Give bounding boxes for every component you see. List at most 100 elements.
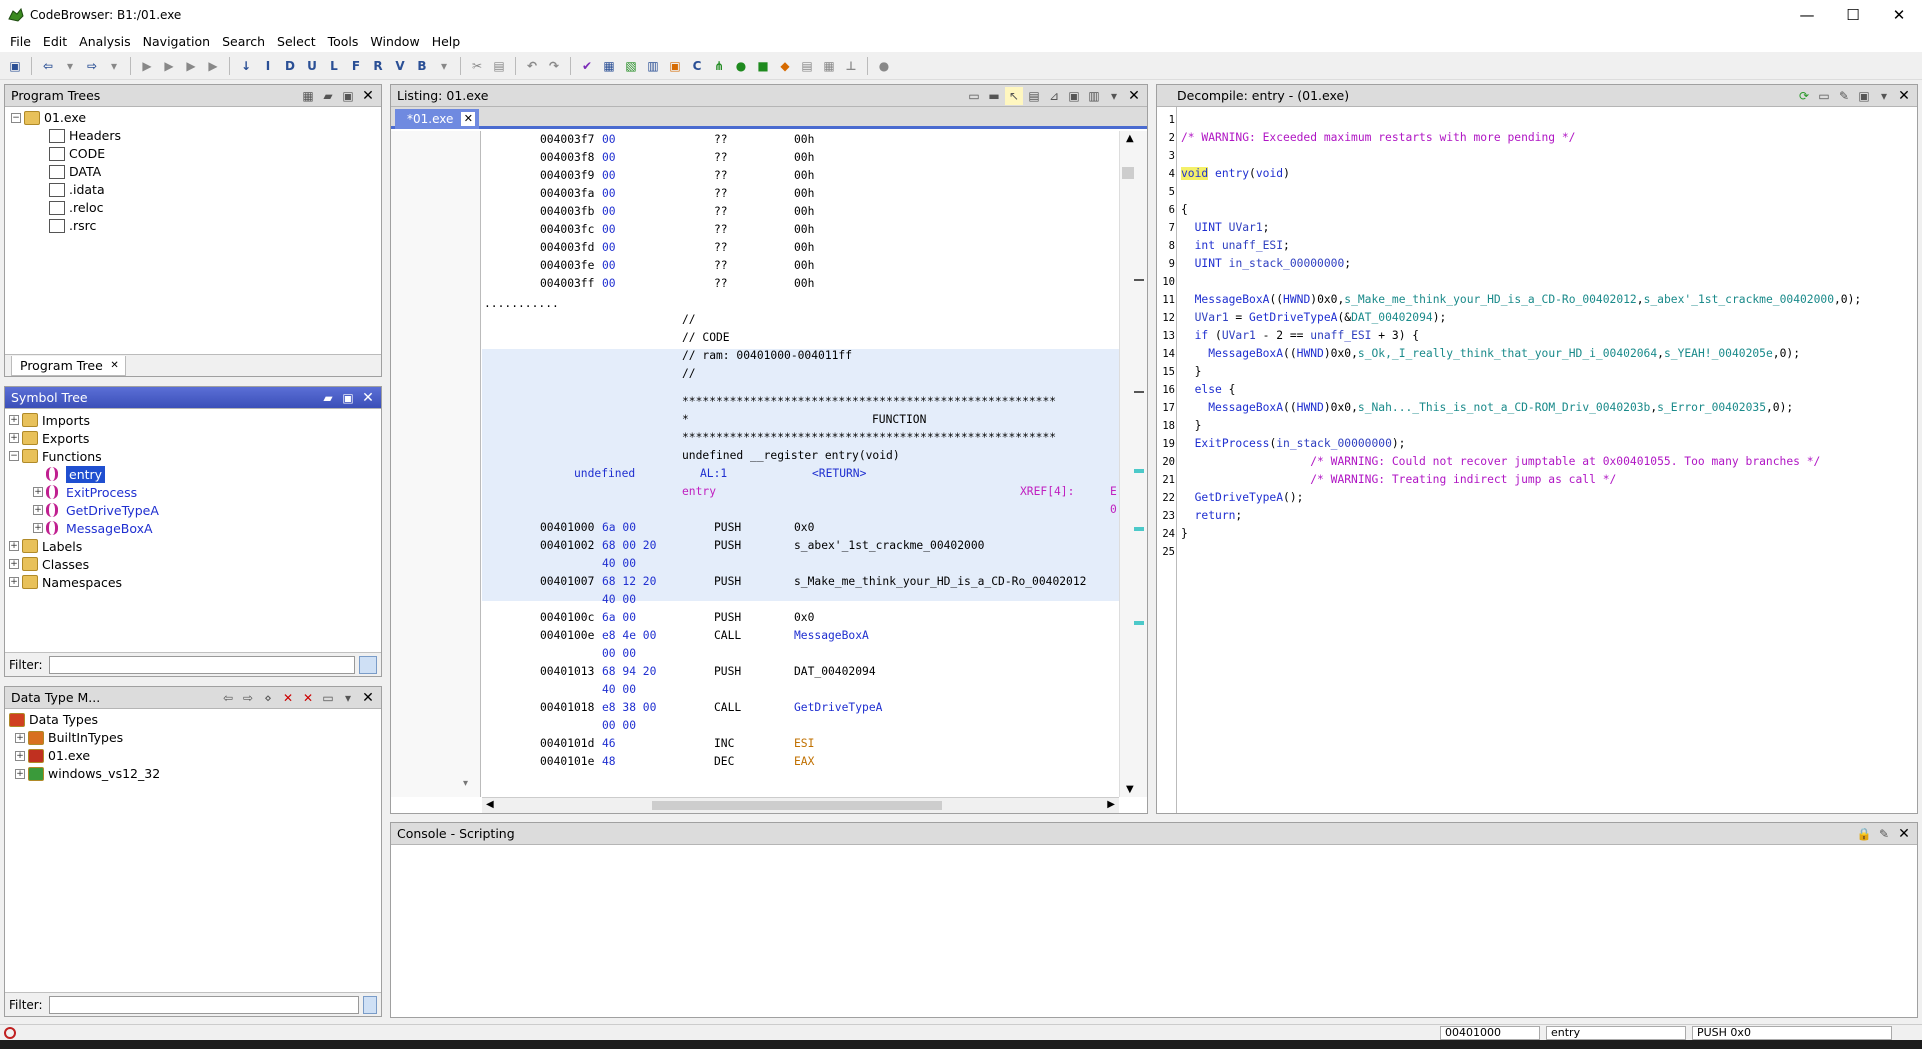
data-types-root[interactable]: Data Types xyxy=(9,711,381,729)
window-icon[interactable]: ▦ xyxy=(599,56,619,76)
tree-item-headers[interactable]: Headers xyxy=(11,127,381,145)
scroll-down-icon[interactable]: ▼ xyxy=(1126,784,1134,795)
symbol-tree-item-getdrivetypea[interactable]: + GetDriveTypeA xyxy=(9,501,381,519)
menu-dropdown-icon[interactable]: ▾ xyxy=(339,689,357,707)
decompile-line[interactable]: } xyxy=(1181,417,1202,435)
expand-icon[interactable]: + xyxy=(33,523,43,533)
nav-bookmark-icon[interactable]: B xyxy=(412,56,432,76)
scroll-left-icon[interactable]: ◀ xyxy=(486,799,494,810)
decompile-line[interactable]: /* WARNING: Treating indirect jump as ca… xyxy=(1181,471,1616,489)
expand-icon[interactable]: + xyxy=(9,577,19,587)
open-tree-icon[interactable]: ▰ xyxy=(319,87,337,105)
nav-value-icon[interactable]: V xyxy=(390,56,410,76)
nav-down-icon[interactable]: ↓ xyxy=(236,56,256,76)
close-panel-icon[interactable]: ✕ xyxy=(1895,825,1913,843)
close-panel-icon[interactable]: ✕ xyxy=(359,389,377,407)
refresh-icon[interactable]: ⟳ xyxy=(1795,87,1813,105)
back-dropdown-icon[interactable]: ▾ xyxy=(60,56,80,76)
tree-item-data[interactable]: DATA xyxy=(11,163,381,181)
symbol-tree-item-exitprocess[interactable]: + ExitProcess xyxy=(9,483,381,501)
cut-icon[interactable]: ✂ xyxy=(467,56,487,76)
nav-block-icon[interactable]: ▶ xyxy=(137,56,157,76)
decompile-code-view[interactable]: 1 2 3 4 5 6 7 8 9 10 11 12 13 14 15 16 17 18 19 20 21 22 23 24 2… xyxy=(1157,107,1917,813)
help-icon[interactable]: ● xyxy=(874,56,894,76)
save-icon[interactable]: ▣ xyxy=(5,56,25,76)
dt-builtin[interactable]: + BuiltInTypes xyxy=(9,729,381,747)
create-namespace-icon[interactable]: ▰ xyxy=(319,389,337,407)
symbol-tree-item-labels[interactable]: + Labels xyxy=(9,537,381,555)
console-output[interactable] xyxy=(391,845,1917,1017)
symbol-tree-item-functions[interactable]: − Functions xyxy=(9,447,381,465)
nav-next-undefined-icon[interactable]: ▶ xyxy=(203,56,223,76)
paste-icon[interactable]: ▤ xyxy=(489,56,509,76)
function-graph-icon[interactable]: ▧ xyxy=(621,56,641,76)
tree-item-idata[interactable]: .idata xyxy=(11,181,381,199)
run-script-icon[interactable]: ● xyxy=(731,56,751,76)
symbol-tree-item-exports[interactable]: + Exports xyxy=(9,429,381,447)
scroll-up-icon[interactable]: ▲ xyxy=(1126,133,1134,144)
decompile-line[interactable]: else { xyxy=(1181,381,1236,399)
lock-icon[interactable]: 🔒 xyxy=(1855,825,1873,843)
listing-code-view[interactable]: 004003f7 00?? 00h 004003f8 00?? 00h 004003f9 00… xyxy=(482,131,1119,797)
decompile-line[interactable]: return; xyxy=(1181,507,1243,525)
symbol-tree-item-imports[interactable]: + Imports xyxy=(9,411,381,429)
edit-icon[interactable]: ✎ xyxy=(1835,87,1853,105)
collapse-icon[interactable]: ▭ xyxy=(319,689,337,707)
scroll-thumb[interactable] xyxy=(652,801,942,810)
tree-item-code[interactable]: CODE xyxy=(11,145,381,163)
decompile-line[interactable]: MessageBoxA((HWND)0x0,s_Make_me_think_yo… xyxy=(1181,291,1862,309)
decompile-icon[interactable]: C xyxy=(687,56,707,76)
back-icon[interactable]: ⇦ xyxy=(219,689,237,707)
expand-icon[interactable]: + xyxy=(15,733,25,743)
scroll-thumb[interactable] xyxy=(1122,167,1134,179)
close-tab-icon[interactable]: ✕ xyxy=(110,360,118,371)
decompile-line[interactable]: /* WARNING: Could not recover jumptable … xyxy=(1181,453,1820,471)
menu-dropdown-icon[interactable]: ▾ xyxy=(1875,87,1893,105)
menu-edit[interactable]: Edit xyxy=(37,34,73,49)
table-icon[interactable]: ▤ xyxy=(797,56,817,76)
symbol-filter-input[interactable] xyxy=(48,655,355,674)
nav-label-icon[interactable]: L xyxy=(324,56,344,76)
symbol-tree-item-messageboxa[interactable]: + MessageBoxA xyxy=(9,519,381,537)
decompile-line[interactable]: if (UVar1 - 2 == unaff_ESI + 3) { xyxy=(1181,327,1419,345)
bytes-icon[interactable]: ▣ xyxy=(665,56,685,76)
maximize-button[interactable]: ☐ xyxy=(1830,0,1876,30)
filter-pointers-icon[interactable]: ✕ xyxy=(299,689,317,707)
close-panel-icon[interactable]: ✕ xyxy=(359,87,377,105)
expand-icon[interactable]: + xyxy=(9,415,19,425)
decompile-line[interactable]: MessageBoxA((HWND)0x0,s_Ok,_I_really_thi… xyxy=(1181,345,1800,363)
function-call-graph-icon[interactable]: ⋔ xyxy=(709,56,729,76)
minimize-button[interactable]: — xyxy=(1784,0,1830,30)
nav-diff-icon[interactable]: R xyxy=(368,56,388,76)
expand-icon[interactable]: + xyxy=(15,751,25,761)
decompile-line[interactable]: MessageBoxA((HWND)0x0,s_Nah..._This_is_n… xyxy=(1181,399,1793,417)
graph-icon[interactable]: ⊿ xyxy=(1045,87,1063,105)
redo-icon[interactable]: ↷ xyxy=(544,56,564,76)
menu-file[interactable]: File xyxy=(4,34,37,49)
close-tab-icon[interactable]: ✕ xyxy=(461,112,476,126)
snapshot-icon[interactable]: ▣ xyxy=(339,87,357,105)
close-panel-icon[interactable]: ✕ xyxy=(1895,87,1913,105)
snapshot-icon[interactable]: ▣ xyxy=(339,389,357,407)
scroll-right-icon[interactable]: ▶ xyxy=(1107,799,1115,810)
cursor-tracking-icon[interactable]: ↖ xyxy=(1005,87,1023,105)
collapse-icon[interactable]: − xyxy=(11,113,21,123)
decompile-line[interactable]: GetDriveTypeA(); xyxy=(1181,489,1304,507)
back-icon[interactable]: ⇦ xyxy=(38,56,58,76)
nav-instruction-icon[interactable]: I xyxy=(258,56,278,76)
filter-options-icon[interactable] xyxy=(362,995,377,1014)
expand-icon[interactable]: + xyxy=(33,505,43,515)
close-panel-icon[interactable]: ✕ xyxy=(1125,87,1143,105)
data-type-icon[interactable]: ◆ xyxy=(775,56,795,76)
close-panel-icon[interactable]: ✕ xyxy=(359,689,377,707)
expand-icon[interactable]: + xyxy=(9,541,19,551)
decompile-line[interactable]: UINT UVar1; xyxy=(1181,219,1270,237)
expand-icon[interactable]: + xyxy=(9,433,19,443)
field-edit-icon[interactable]: ▤ xyxy=(1025,87,1043,105)
clear-icon[interactable]: ✎ xyxy=(1875,825,1893,843)
program-tree-icon[interactable]: ⊥ xyxy=(841,56,861,76)
decompile-line[interactable]: void entry(void) xyxy=(1181,165,1290,183)
collapse-icon[interactable]: − xyxy=(9,451,19,461)
snapshot-icon[interactable]: ▣ xyxy=(1855,87,1873,105)
decompile-line[interactable]: } xyxy=(1181,363,1202,381)
